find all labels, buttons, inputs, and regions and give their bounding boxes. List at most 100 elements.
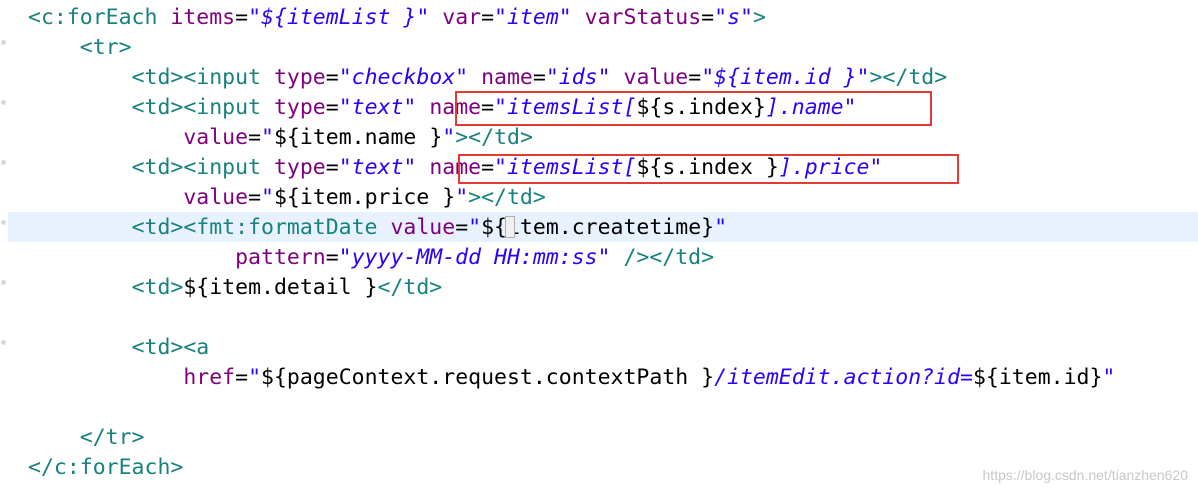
code-token-tag: <td><input (131, 155, 274, 180)
code-token-string: "ids" (545, 65, 611, 90)
code-line[interactable]: <td><a (28, 333, 210, 363)
code-token-text: = (532, 65, 546, 90)
code-line[interactable]: href="${pageContext.request.contextPath … (28, 363, 1115, 393)
code-token-text: = (325, 65, 339, 90)
code-token-attribute: value (183, 125, 249, 150)
code-token-tag: <tr> (79, 35, 132, 60)
code-line[interactable]: <c:forEach items="${itemList }" var="ite… (28, 3, 766, 33)
code-token-text: ${item.detail } (183, 275, 378, 300)
code-token-text: = (701, 5, 715, 30)
code-token-text: = (248, 185, 262, 210)
code-token-text: = (325, 155, 339, 180)
gutter-marker (1, 100, 6, 105)
code-token-text: ${item.id} (972, 365, 1103, 390)
code-token-string: " (455, 185, 469, 210)
code-token-tag: <td><a (131, 335, 210, 360)
code-token-attribute: value (183, 185, 249, 210)
watermark: https://blog.csdn.net/tianzhen620 (982, 467, 1188, 483)
text-cursor (505, 216, 515, 238)
code-token-text: = (248, 125, 262, 150)
code-line[interactable]: pattern="yyyy-MM-dd HH:mm:ss" /></td> (28, 243, 714, 273)
code-token-attribute: value (390, 215, 456, 240)
gutter-marker (1, 160, 6, 165)
code-token-text: = (235, 365, 249, 390)
code-token-string: "text" (338, 155, 417, 180)
code-token-string: /itemEdit.action?id= (714, 365, 973, 390)
code-token-attribute: type (273, 95, 326, 120)
code-token-string: " (248, 365, 262, 390)
code-editor[interactable]: { "colors": { "tag": "#17827e", "attribu… (0, 0, 1198, 487)
code-token-tag: <td><input (131, 65, 274, 90)
code-token-attribute: href (183, 365, 236, 390)
code-line[interactable]: </tr> (28, 423, 145, 453)
code-token-string: "checkbox" (338, 65, 469, 90)
code-token-string: " (261, 125, 274, 150)
code-token-attribute: type (273, 65, 326, 90)
code-token-text: ${item.name } (273, 125, 443, 150)
code-line[interactable]: <tr> (28, 33, 132, 63)
gutter-marker (1, 280, 6, 285)
code-token-string: " (442, 125, 456, 150)
code-token-attribute: varStatus (584, 5, 702, 30)
code-token-text: = (481, 5, 495, 30)
code-token-text: = (325, 95, 339, 120)
code-line[interactable]: <td><fmt:formatDate value="${item.create… (28, 213, 727, 243)
code-token-attribute: name (481, 65, 533, 90)
code-token-tag: ></td> (455, 125, 533, 150)
editor-gutter (0, 0, 8, 487)
code-token-tag: <td><input (131, 95, 274, 120)
code-token-string: "${item.id }" (701, 65, 870, 90)
highlight-box-name-attr (455, 91, 932, 126)
code-token-string: " (261, 185, 274, 210)
code-token-tag: <td><fmt:formatDate (131, 215, 391, 240)
code-token-attribute: value (623, 65, 689, 90)
code-token-tag: /></td> (623, 245, 715, 270)
code-token-tag: ></td> (869, 65, 948, 90)
code-token-attribute: var (442, 5, 482, 30)
code-line[interactable]: <td>${item.detail }</td> (28, 273, 443, 303)
gutter-marker (1, 220, 6, 225)
code-token-attribute: items (170, 5, 236, 30)
code-token-string: " (1102, 365, 1116, 390)
code-token-string: "s" (714, 5, 753, 30)
code-line[interactable]: <td><input type="checkbox" name="ids" va… (28, 63, 948, 93)
code-token-attribute: pattern (235, 245, 326, 270)
gutter-marker (1, 40, 6, 45)
code-line[interactable]: value="${item.price }"></td> (28, 183, 546, 213)
code-token-text: ${pageContext.request.contextPath } (261, 365, 715, 390)
code-token-text: ${item.price } (273, 185, 456, 210)
code-token-tag: ></td> (468, 185, 546, 210)
code-token-text: ${item.createtime} (481, 215, 715, 240)
code-token-tag: </c:forEach> (28, 455, 184, 480)
code-token-text: = (235, 5, 249, 30)
code-token-tag: > (752, 5, 766, 30)
code-token-tag: </tr> (79, 425, 145, 450)
code-token-text: = (688, 65, 702, 90)
code-line[interactable]: value="${item.name }"></td> (28, 123, 533, 153)
code-line[interactable]: </c:forEach> (28, 453, 183, 483)
code-token-string: "yyyy-MM-dd HH:mm:ss" (338, 245, 611, 270)
code-token-tag: </td> (377, 275, 443, 300)
code-token-text: = (455, 215, 469, 240)
gutter-marker (1, 340, 6, 345)
code-token-string: "${itemList }" (248, 5, 430, 30)
